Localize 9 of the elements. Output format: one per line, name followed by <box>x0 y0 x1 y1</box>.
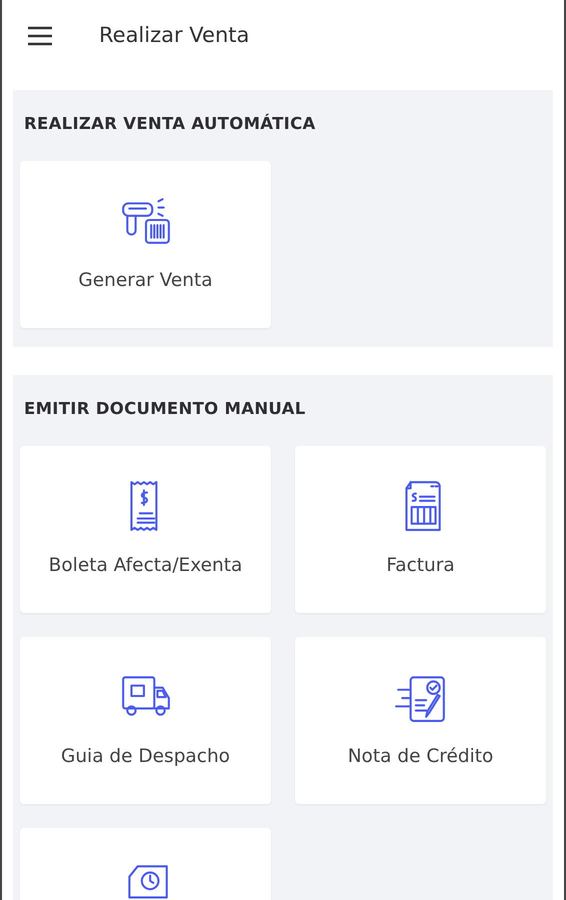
page-title: Realizar Venta <box>99 22 250 50</box>
document-tile[interactable]: Factura <box>295 446 546 612</box>
document-tile[interactable]: Guia de Despacho <box>20 636 271 804</box>
document-tile[interactable]: Generar Venta <box>20 160 271 328</box>
menu-icon[interactable] <box>27 26 53 46</box>
document-tile[interactable]: Nota de Crédito <box>295 636 546 804</box>
document-tile[interactable]: Boleta Afecta/Exenta <box>20 446 271 612</box>
section-title: EMITIR DOCUMENTO MANUAL <box>24 398 307 420</box>
section-title: REALIZAR VENTA AUTOMÁTICA <box>24 112 317 135</box>
